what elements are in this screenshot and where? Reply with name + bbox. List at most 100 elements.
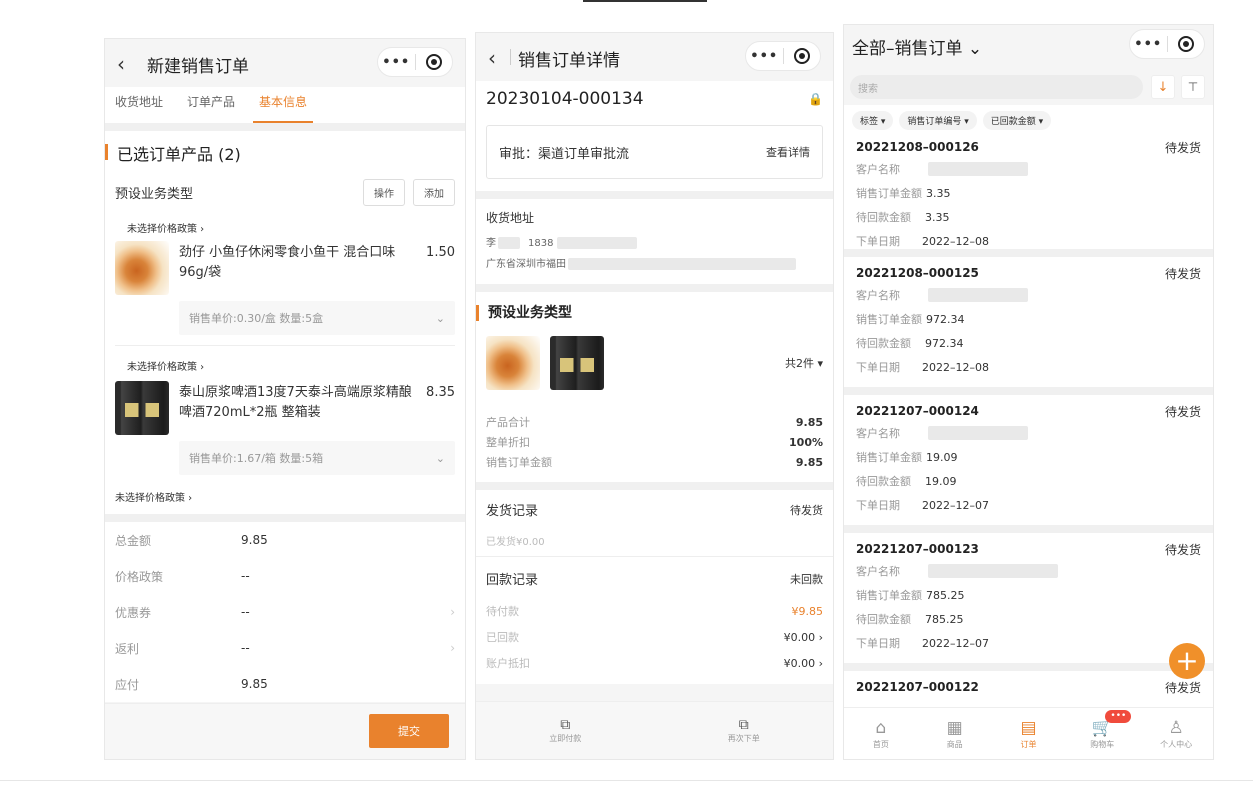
form-tabs: 收货地址 订单产品 基本信息 (105, 87, 465, 123)
more-icon[interactable]: ••• (746, 49, 783, 64)
pay-icon: ⧉ (560, 717, 571, 733)
sort-icon[interactable]: ↓ (1151, 75, 1175, 99)
item-count-toggle[interactable]: 共2件 ▾ (785, 355, 823, 371)
product-price: 8.35 (426, 385, 455, 400)
reorder-icon: ⧉ (738, 717, 749, 733)
summary-row[interactable]: 价格政策 -- (105, 558, 465, 594)
price-policy-link[interactable]: 未选择价格政策 › (115, 214, 455, 241)
shipped-amount: 已发货¥0.00 (486, 537, 545, 548)
close-icon[interactable] (1167, 36, 1204, 52)
receiver-phone: 1838 (528, 238, 554, 249)
summary-row[interactable]: 优惠券 -- › (105, 594, 465, 630)
product-item: 未选择价格政策 › 泰山原浆啤酒13度7天泰斗高端原浆精酿啤酒720mL*2瓶 … (105, 346, 465, 475)
price-policy-link[interactable]: 未选择价格政策 › (115, 346, 455, 381)
shipping-section: 发货记录 待发货 已发货¥0.00 (476, 490, 833, 557)
search-input[interactable]: 搜索 (850, 75, 1143, 99)
list-item[interactable]: 20221208–000125 待发货 客户名称 销售订单金额 972.34 待回款… (844, 257, 1213, 395)
chevron-down-icon: ⌄ (435, 311, 445, 325)
filter-icon[interactable]: ⊤ (1181, 75, 1205, 99)
payment-title: 回款记录 (486, 573, 539, 588)
chip-received-amount[interactable]: 已回款金额 ▾ (982, 111, 1052, 130)
order-list-screen: 全部–销售订单 ⌄ ••• 搜索 ↓ ⊤ 标签 ▾ 销售订单编号 ▾ 已回款金额… (843, 24, 1214, 760)
receiver-address: 广东省深圳市福田 (486, 259, 566, 270)
order-header: 20230104-000134 🔒 审批：渠道订单审批流 查看详情 (476, 81, 833, 191)
list-item[interactable]: 20221208–000126 待发货 客户名称 销售订单金额 3.35 待回款金额… (844, 131, 1213, 257)
nav-bar: ‹ 新建销售订单 ••• (105, 39, 465, 87)
bottom-divider (0, 780, 1253, 781)
summary-row[interactable]: 返利 -- › (105, 630, 465, 666)
order-number: 20230104-000134 (486, 89, 644, 109)
bottom-tab-bar: ⌂ 首页 ▦ 商品 ▤ 订单 🛒 ••• 购物车 ♙ 个人中心 (844, 707, 1213, 759)
chip-order-number[interactable]: 销售订单编号 ▾ (899, 111, 977, 130)
biz-type-title: 预设业务类型 (476, 292, 833, 332)
list-filter-title[interactable]: 全部–销售订单 ⌄ (852, 34, 982, 59)
back-icon[interactable]: ‹ (488, 46, 496, 70)
back-icon[interactable]: ‹ (117, 52, 125, 76)
nav-bar: ‹ 销售订单详情 ••• (476, 33, 833, 81)
product-spec-selector[interactable]: 销售单价:0.30/盒 数量:5盒 ⌄ (179, 301, 455, 335)
reorder-button[interactable]: ⧉ 再次下单 (655, 702, 834, 759)
price-policy-link[interactable]: 未选择价格政策 › (105, 485, 465, 508)
submit-button[interactable]: 提交 (369, 714, 449, 748)
footer-bar: ⧉ 立即付款 ⧉ 再次下单 (476, 701, 833, 759)
product-name: 劲仔 小鱼仔休闲零食小鱼干 混合口味 96g/袋 (179, 245, 396, 280)
operate-button[interactable]: 操作 (363, 179, 405, 206)
tab-home[interactable]: ⌂ 首页 (844, 708, 918, 759)
summary-section: 总金额 9.85 价格政策 -- 优惠券 -- › 返利 -- › 应付 9.85 (105, 522, 465, 702)
summary-row: 总金额 9.85 (115, 533, 268, 548)
grid-icon: ▦ (946, 718, 963, 738)
receiver-name: 李 (486, 238, 496, 249)
product-item: 未选择价格政策 › 劲仔 小鱼仔休闲零食小鱼干 混合口味 96g/袋 1.50 … (105, 214, 465, 346)
chevron-right-icon: › (450, 605, 455, 619)
footer-bar: 提交 (105, 703, 465, 759)
list-item[interactable]: 20221207–000124 待发货 客户名称 销售订单金额 19.09 待回款金… (844, 395, 1213, 533)
address-section: 收货地址 李 1838 广东省深圳市福田 (476, 199, 833, 284)
tab-products[interactable]: ▦ 商品 (918, 708, 992, 759)
add-order-button[interactable]: + (1169, 643, 1205, 679)
product-image (550, 336, 604, 390)
tab-basic-info[interactable]: 基本信息 (253, 87, 314, 123)
products-section: 预设业务类型 共2件 ▾ 产品合计 9.85 整单折扣 100% 销售订单金额 9.8… (476, 292, 833, 482)
chevron-right-icon: › (450, 641, 455, 655)
approval-flow: 审批：渠道订单审批流 (499, 146, 630, 162)
view-details-link[interactable]: 查看详情 (766, 144, 810, 160)
product-image (115, 381, 169, 435)
order-icon: ▤ (1020, 718, 1037, 738)
mini-program-capsule: ••• (377, 47, 453, 77)
tab-products[interactable]: 订单产品 (187, 87, 235, 123)
add-button[interactable]: 添加 (413, 179, 455, 206)
home-icon: ⌂ (875, 718, 887, 738)
payment-status: 未回款 (790, 572, 823, 586)
product-name: 泰山原浆啤酒13度7天泰斗高端原浆精酿啤酒720mL*2瓶 整箱装 (179, 385, 412, 420)
selected-products-section: 已选订单产品 (2) 预设业务类型 操作 添加 未选择价格政策 › 劲仔 小鱼仔… (105, 131, 465, 514)
shipping-title: 发货记录 (486, 504, 539, 519)
list-item[interactable]: 20221207–000123 待发货 客户名称 销售订单金额 785.25 待回款… (844, 533, 1213, 671)
mini-program-capsule: ••• (1129, 29, 1205, 59)
pay-now-button[interactable]: ⧉ 立即付款 (476, 702, 655, 759)
tab-profile[interactable]: ♙ 个人中心 (1139, 708, 1213, 759)
page-title: 新建销售订单 (147, 57, 249, 77)
selected-products-title: 已选订单产品 (2) (105, 131, 465, 175)
tab-address[interactable]: 收货地址 (115, 87, 163, 123)
product-price: 1.50 (426, 245, 455, 260)
summary-row: 应付 9.85 (115, 677, 268, 692)
product-spec-selector[interactable]: 销售单价:1.67/箱 数量:5箱 ⌄ (179, 441, 455, 475)
more-icon[interactable]: ••• (1130, 37, 1167, 52)
close-icon[interactable] (415, 54, 452, 70)
page-title: 销售订单详情 (518, 51, 620, 71)
new-sales-order-screen: ‹ 新建销售订单 ••• 收货地址 订单产品 基本信息 已选订单产品 (2) 预… (104, 38, 466, 760)
shipping-status: 待发货 (790, 503, 823, 517)
nav-bar: 全部–销售订单 ⌄ ••• (844, 25, 1213, 69)
close-icon[interactable] (783, 48, 820, 64)
tab-cart[interactable]: 🛒 ••• 购物车 (1065, 708, 1139, 759)
cart-badge: ••• (1105, 710, 1132, 723)
chip-tag[interactable]: 标签 ▾ (852, 111, 894, 130)
chevron-down-icon: ⌄ (435, 451, 445, 465)
tab-orders[interactable]: ▤ 订单 (992, 708, 1066, 759)
more-icon[interactable]: ••• (378, 55, 415, 70)
top-divider (583, 0, 707, 2)
product-image (486, 336, 540, 390)
order-list: 20221208–000126 待发货 客户名称 销售订单金额 3.35 待回款金额… (844, 131, 1213, 759)
product-image (115, 241, 169, 295)
address-title: 收货地址 (486, 211, 535, 225)
